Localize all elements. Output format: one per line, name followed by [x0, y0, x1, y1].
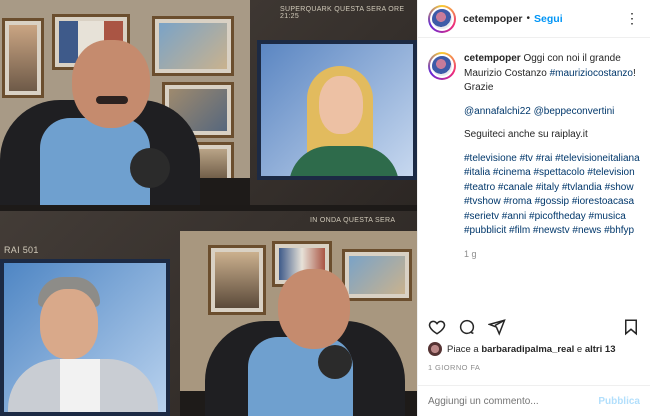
post-date[interactable]: 1 GIORNO FA [428, 363, 480, 372]
wall-picture [208, 245, 266, 315]
wall-picture [342, 249, 412, 301]
caption-hashtags[interactable]: #televisione #tv #rai #televisioneitalia… [464, 152, 644, 239]
post-header: cetempoper • Segui ⋮ [418, 0, 650, 38]
caption: cetempoper Oggi con noi il grande Mauriz… [464, 52, 644, 261]
caption-hashtag[interactable]: #mauriziocostanzo [550, 68, 633, 79]
post-sidebar: cetempoper • Segui ⋮ cetempoper Oggi con… [417, 0, 650, 416]
inset-presenter-top [257, 40, 417, 180]
heart-icon[interactable] [428, 318, 446, 336]
avatar[interactable] [428, 4, 456, 33]
host-face [72, 40, 150, 128]
bookmark-icon[interactable] [622, 318, 640, 336]
caption-area: cetempoper Oggi con noi il grande Mauriz… [428, 52, 644, 307]
liker-username[interactable]: barbaradipalma_real [481, 344, 574, 355]
likes-others[interactable]: altri 13 [585, 344, 616, 355]
share-icon[interactable] [488, 318, 506, 336]
caption-follow-text: Seguiteci anche su raiplay.it [464, 129, 588, 140]
caption-username[interactable]: cetempoper [464, 53, 521, 64]
host-face [278, 269, 350, 349]
likes-line: Piace a barbaradipalma_real e altri 13 [428, 342, 644, 356]
tv-screen-top: Superquark questa sera ore 21:25 [0, 0, 417, 207]
comment-bar: Pubblica [418, 385, 650, 416]
more-dots-icon[interactable]: ⋮ [625, 10, 640, 27]
presenter-face [319, 76, 363, 134]
publish-button[interactable]: Pubblica [598, 396, 640, 407]
tv-banner-bottom: In onda questa sera [310, 217, 396, 224]
comment-input[interactable] [428, 395, 599, 407]
username[interactable]: cetempoper [463, 13, 523, 25]
separator-dot: • [526, 13, 531, 24]
tv-screen-bottom: RAI 501 In onda questa sera [0, 211, 417, 416]
tv-banner-top: Superquark questa sera ore 21:25 [280, 6, 405, 20]
likes-prefix: Piace a [447, 343, 479, 355]
comment-icon[interactable] [458, 318, 476, 336]
caption-age: 1 g [464, 248, 477, 259]
presenter-face [40, 289, 98, 359]
caption-mentions[interactable]: @annafalchi22 @beppeconvertini [464, 105, 644, 120]
microphone [130, 148, 170, 188]
presenter-shirt [60, 359, 100, 412]
action-bar [428, 316, 640, 338]
microphone [318, 345, 352, 379]
post-photo[interactable]: Superquark questa sera ore 21:25 RAI 501… [0, 0, 417, 416]
host-mustache [96, 96, 128, 104]
inset-presenter-bottom [0, 259, 170, 416]
channel-label: RAI 501 [4, 245, 39, 255]
wall-picture [152, 16, 234, 76]
follow-button[interactable]: Segui [534, 13, 563, 25]
likes-and: e [576, 343, 583, 355]
wall-picture [2, 18, 44, 98]
liker-avatar[interactable] [428, 342, 442, 356]
avatar[interactable] [428, 52, 456, 80]
presenter-dress [289, 146, 399, 176]
